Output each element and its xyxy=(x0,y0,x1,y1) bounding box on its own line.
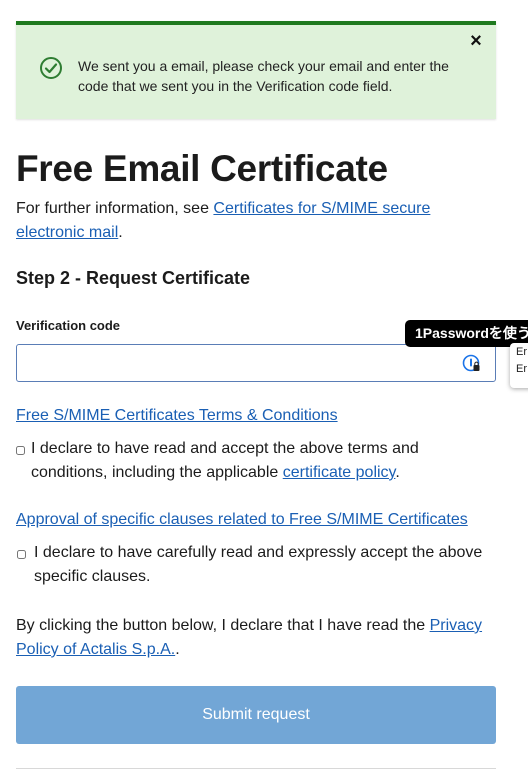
1password-popup[interactable]: Er Er xyxy=(510,343,528,388)
popup-line: Er xyxy=(516,346,527,358)
1password-tooltip: 1Passwordを使う xyxy=(405,320,528,347)
privacy-statement: By clicking the button below, I declare … xyxy=(16,614,496,662)
intro-prefix: For further information, see xyxy=(16,200,214,217)
specific-clauses-link[interactable]: Approval of specific clauses related to … xyxy=(16,511,468,529)
terms-checkbox[interactable] xyxy=(16,446,25,455)
terms-checkbox-label: I declare to have read and accept the ab… xyxy=(16,437,496,485)
page-title: Free Email Certificate xyxy=(16,148,388,189)
verification-code-label: Verification code xyxy=(16,318,121,333)
intro-text: For further information, see Certificate… xyxy=(16,197,486,245)
check-circle-icon xyxy=(40,57,62,79)
1password-icon[interactable] xyxy=(462,354,481,373)
close-icon[interactable]: × xyxy=(467,31,485,51)
terms-conditions-link[interactable]: Free S/MIME Certificates Terms & Conditi… xyxy=(16,407,338,425)
clauses-checkbox-label: I declare to have carefully read and exp… xyxy=(34,544,483,585)
certificate-policy-link[interactable]: certificate policy xyxy=(283,464,396,481)
clauses-checkbox-row: I declare to have carefully read and exp… xyxy=(16,541,496,589)
clauses-checkbox[interactable] xyxy=(17,550,26,559)
popup-line: Er xyxy=(516,363,527,375)
success-alert: We sent you a email, please check your e… xyxy=(16,21,496,119)
verification-code-input[interactable] xyxy=(16,344,496,382)
terms-checkbox-suffix: . xyxy=(395,464,400,481)
alert-message: We sent you a email, please check your e… xyxy=(78,58,449,94)
divider xyxy=(16,768,496,769)
terms-checkbox-row: I declare to have read and accept the ab… xyxy=(16,437,496,485)
intro-suffix: . xyxy=(118,224,123,241)
submit-request-button[interactable]: Submit request xyxy=(16,686,496,744)
privacy-suffix: . xyxy=(175,641,180,658)
step-heading: Step 2 - Request Certificate xyxy=(16,268,251,288)
privacy-prefix: By clicking the button below, I declare … xyxy=(16,617,430,634)
